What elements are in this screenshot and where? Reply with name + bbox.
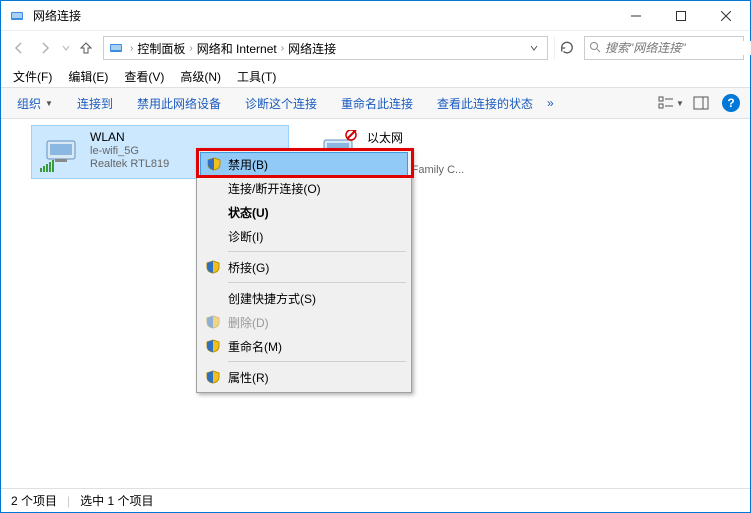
command-bar: 组织▼ 连接到 禁用此网络设备 诊断这个连接 重命名此连接 查看此连接的状态 »… <box>1 87 750 119</box>
address-bar[interactable]: › 控制面板 › 网络和 Internet › 网络连接 <box>103 36 548 60</box>
view-status-button[interactable]: 查看此连接的状态 <box>427 91 543 116</box>
ctx-label: 诊断(I) <box>228 228 263 245</box>
view-options-button[interactable]: ▼ <box>658 91 684 115</box>
shield-icon <box>206 260 220 274</box>
wifi-adapter-icon <box>40 130 82 172</box>
ctx-label: 属性(R) <box>228 369 269 386</box>
ctx-label: 连接/断开连接(O) <box>228 180 321 197</box>
shield-icon <box>206 370 220 384</box>
signal-icon <box>40 160 54 172</box>
menu-tools[interactable]: 工具(T) <box>229 66 284 87</box>
shield-icon <box>206 339 220 353</box>
ctx-label: 创建快捷方式(S) <box>228 290 316 307</box>
adapter-name: WLAN <box>90 130 169 144</box>
ctx-properties[interactable]: 属性(R) <box>200 365 408 389</box>
navigation-row: › 控制面板 › 网络和 Internet › 网络连接 <box>1 31 750 65</box>
breadcrumb-mid[interactable]: 网络和 Internet <box>195 40 279 57</box>
disable-device-button[interactable]: 禁用此网络设备 <box>127 91 231 116</box>
menu-advanced[interactable]: 高级(N) <box>172 66 229 87</box>
back-button[interactable] <box>7 36 31 60</box>
ctx-delete: 删除(D) <box>200 310 408 334</box>
ctx-disable[interactable]: 禁用(B) <box>200 152 408 176</box>
rename-button[interactable]: 重命名此连接 <box>331 91 423 116</box>
ctx-connect-disconnect[interactable]: 连接/断开连接(O) <box>200 176 408 200</box>
preview-pane-button[interactable] <box>688 91 714 115</box>
up-button[interactable] <box>75 37 97 59</box>
adapter-device: Realtek RTL819 <box>90 158 169 170</box>
separator <box>228 361 406 362</box>
separator: | <box>67 494 70 508</box>
diagnose-button[interactable]: 诊断这个连接 <box>235 91 327 116</box>
ctx-diagnose[interactable]: 诊断(I) <box>200 224 408 248</box>
connect-to-button[interactable]: 连接到 <box>67 91 123 116</box>
shield-icon <box>207 157 221 171</box>
organize-button[interactable]: 组织▼ <box>7 91 63 116</box>
ctx-status[interactable]: 状态(U) <box>200 200 408 224</box>
ctx-label: 重命名(M) <box>228 338 282 355</box>
menu-view[interactable]: 查看(V) <box>116 66 172 87</box>
context-menu: 禁用(B) 连接/断开连接(O) 状态(U) 诊断(I) 桥接(G) 创建快捷方… <box>196 148 412 393</box>
adapter-name: 以太网 <box>367 129 464 146</box>
ctx-label: 禁用(B) <box>228 156 268 173</box>
status-bar: 2 个项目 | 选中 1 个项目 <box>1 488 750 512</box>
separator <box>228 282 406 283</box>
separator <box>228 251 406 252</box>
minimize-button[interactable] <box>613 1 658 30</box>
chevron-right-icon[interactable]: › <box>128 43 135 54</box>
menubar: 文件(F) 编辑(E) 查看(V) 高级(N) 工具(T) <box>1 65 750 87</box>
forward-button[interactable] <box>33 36 57 60</box>
address-dropdown-icon[interactable] <box>525 44 543 52</box>
ctx-label: 桥接(G) <box>228 259 269 276</box>
item-count: 2 个项目 <box>11 492 57 509</box>
menu-edit[interactable]: 编辑(E) <box>60 66 116 87</box>
search-input[interactable] <box>605 41 751 55</box>
search-box[interactable] <box>584 36 744 60</box>
shield-icon <box>206 315 220 329</box>
window-title: 网络连接 <box>31 7 613 24</box>
ctx-rename[interactable]: 重命名(M) <box>200 334 408 358</box>
maximize-button[interactable] <box>658 1 703 30</box>
breadcrumb-root[interactable]: 控制面板 <box>135 40 187 57</box>
ctx-bridge[interactable]: 桥接(G) <box>200 255 408 279</box>
ctx-label: 删除(D) <box>228 314 269 331</box>
app-icon <box>9 8 25 24</box>
chevron-right-icon[interactable]: › <box>187 43 194 54</box>
help-icon: ? <box>722 94 740 112</box>
adapter-ssid: le-wifi_5G <box>90 145 169 157</box>
overflow-chevron-icon[interactable]: » <box>547 96 554 110</box>
help-button[interactable]: ? <box>718 91 744 115</box>
menu-file[interactable]: 文件(F) <box>5 66 60 87</box>
breadcrumb-leaf[interactable]: 网络连接 <box>286 40 338 57</box>
address-icon <box>108 40 124 56</box>
close-button[interactable] <box>703 1 748 30</box>
search-icon <box>589 41 601 55</box>
window-titlebar: 网络连接 <box>1 1 750 31</box>
chevron-right-icon[interactable]: › <box>279 43 286 54</box>
ctx-label: 状态(U) <box>228 204 269 221</box>
selected-count: 选中 1 个项目 <box>80 492 153 509</box>
refresh-button[interactable] <box>554 36 578 60</box>
ctx-create-shortcut[interactable]: 创建快捷方式(S) <box>200 286 408 310</box>
history-dropdown-icon[interactable] <box>59 44 73 52</box>
